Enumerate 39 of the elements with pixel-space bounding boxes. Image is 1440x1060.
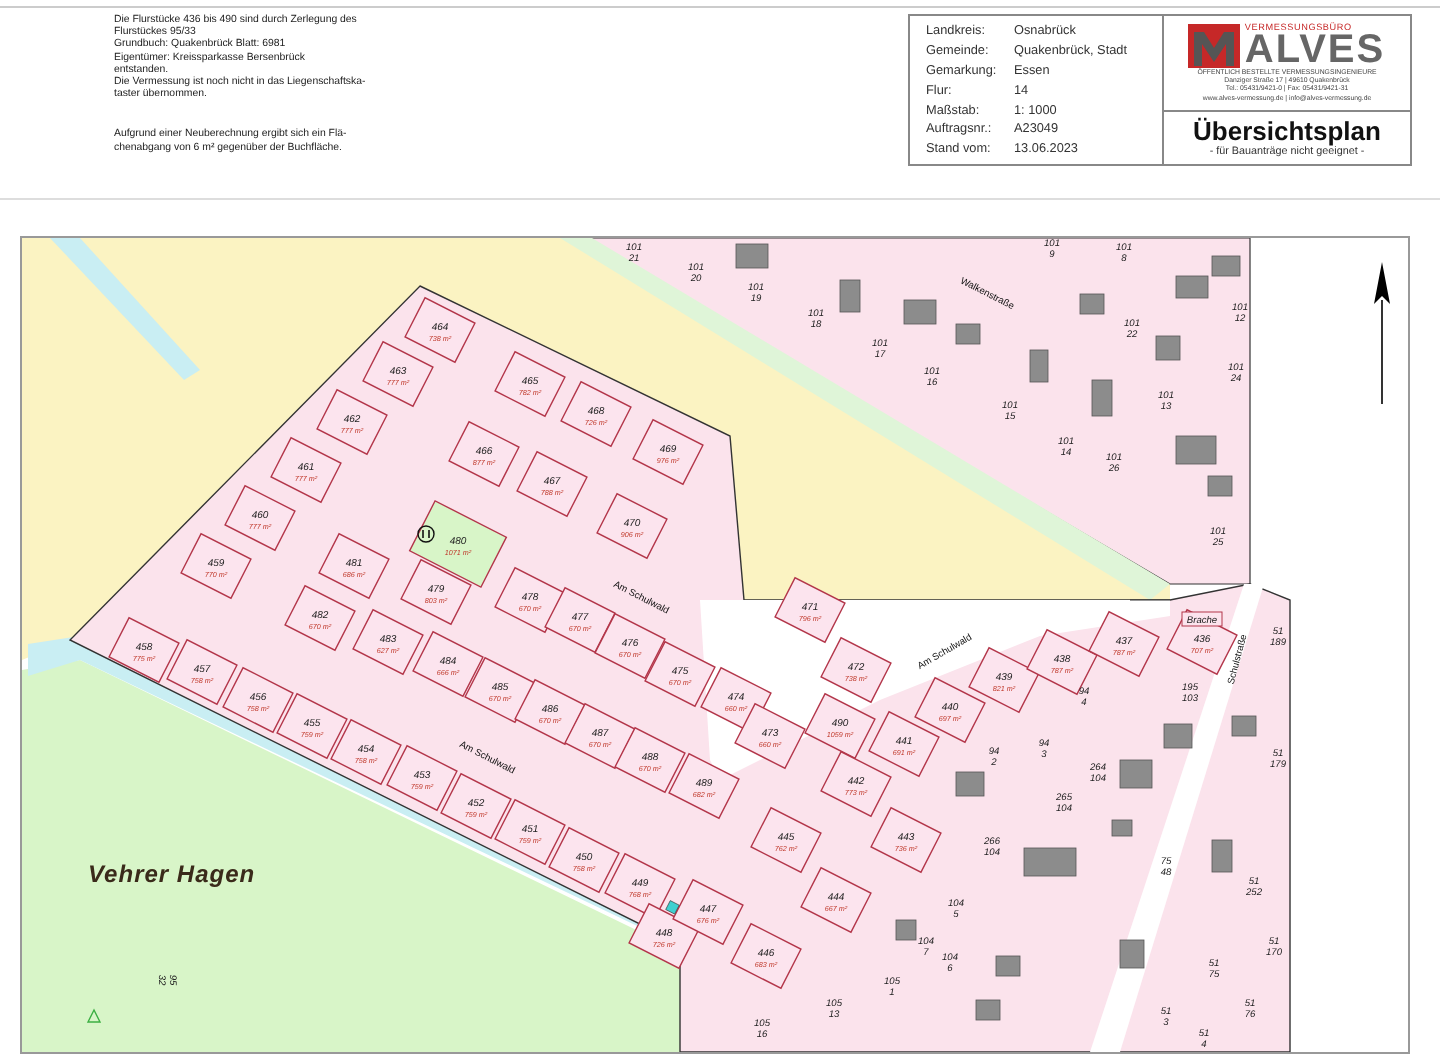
building-footprint (975, 999, 1001, 1021)
logo-icon (1188, 24, 1241, 68)
building-footprint (995, 955, 1021, 977)
triangle-marker-icon (86, 1008, 102, 1023)
parcel (1026, 628, 1098, 696)
building-footprint (1211, 255, 1241, 277)
building-footprint (1175, 435, 1217, 465)
office-name: ALVES (1244, 32, 1386, 68)
place-name: Vehrer Hagen (88, 860, 256, 888)
building-footprint (955, 771, 985, 797)
building-footprint (903, 299, 937, 325)
building-footprint (895, 919, 917, 941)
building-footprint (1155, 335, 1181, 361)
building-footprint (955, 323, 981, 345)
building-footprint (1111, 819, 1133, 837)
building-footprint (839, 279, 861, 313)
parcel (352, 608, 424, 676)
parcel (224, 484, 296, 552)
parcel (270, 436, 342, 504)
parcel (316, 388, 388, 456)
marker-icon (665, 900, 680, 915)
building-footprint (1175, 275, 1209, 299)
parcel (804, 692, 876, 760)
building-footprint (1119, 939, 1145, 969)
parcel (404, 296, 476, 364)
building-footprint (1029, 349, 1049, 383)
building-footprint (1079, 293, 1105, 315)
building-footprint (1231, 715, 1257, 737)
north-arrow-icon (1374, 262, 1390, 405)
building-footprint (735, 243, 769, 269)
plan-title: Übersichtsplan (1193, 118, 1381, 146)
building-footprint (1091, 379, 1113, 417)
building-footprint (1163, 723, 1193, 749)
circle-symbol-icon (417, 525, 435, 543)
building-footprint (1119, 759, 1153, 789)
building-footprint (1211, 839, 1233, 873)
building-footprint (1023, 847, 1077, 877)
parcel (362, 340, 434, 408)
building-footprint (1207, 475, 1233, 497)
